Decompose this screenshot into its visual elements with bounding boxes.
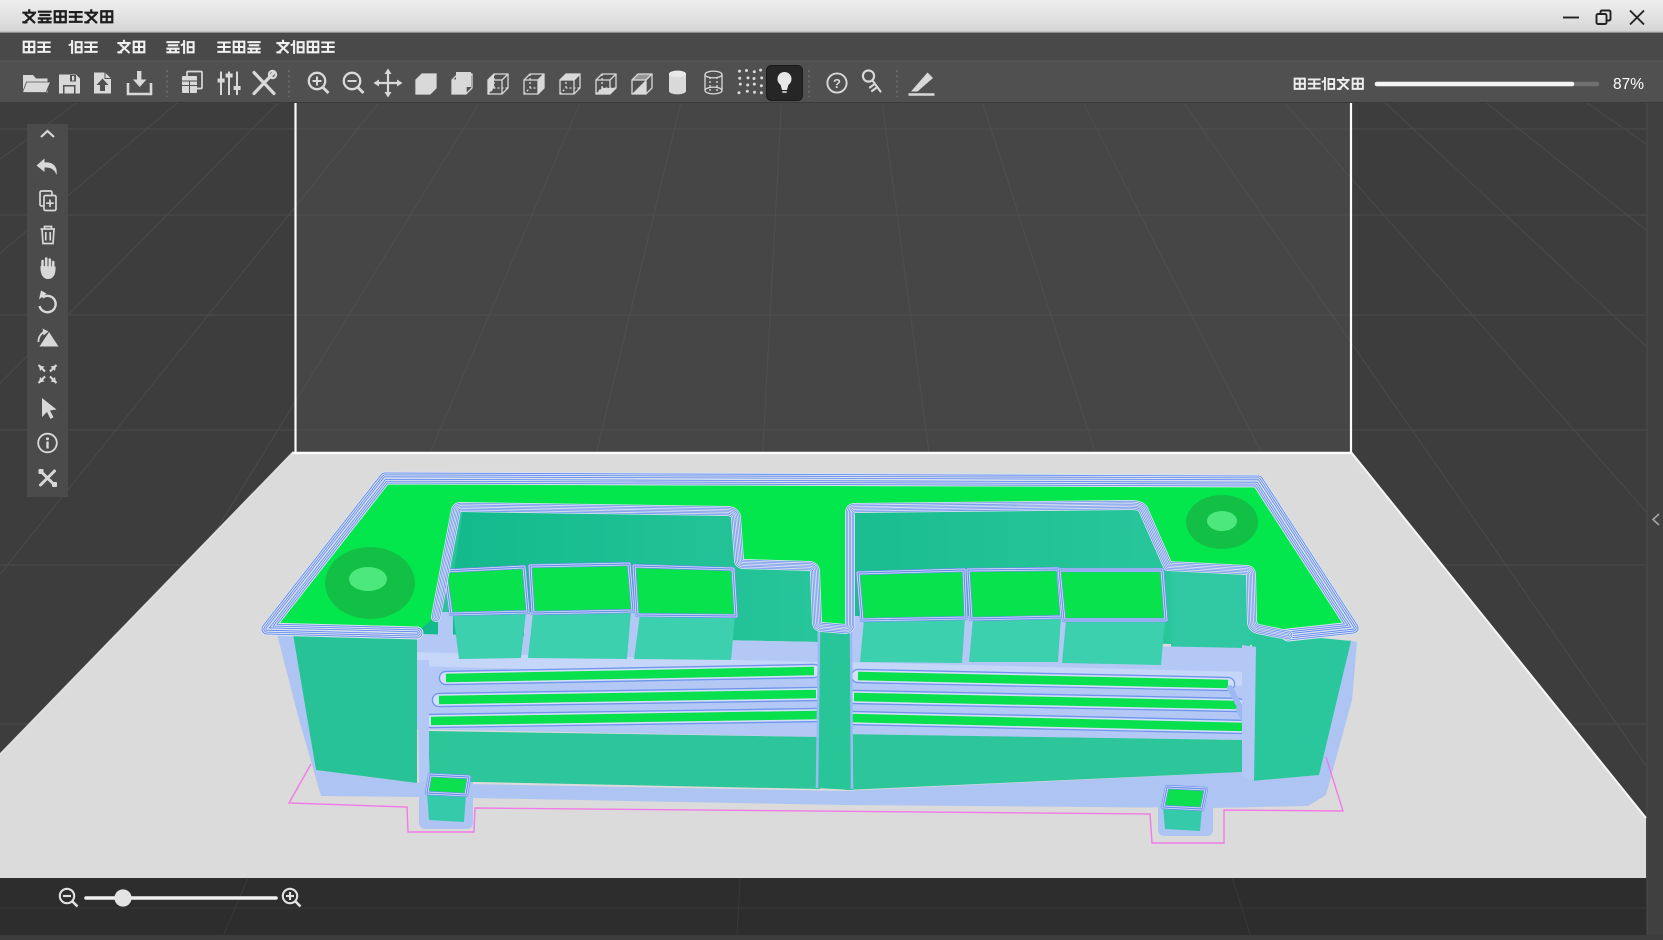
svg-text:?: ? bbox=[833, 76, 841, 91]
svg-text:87%: 87% bbox=[1613, 76, 1644, 93]
